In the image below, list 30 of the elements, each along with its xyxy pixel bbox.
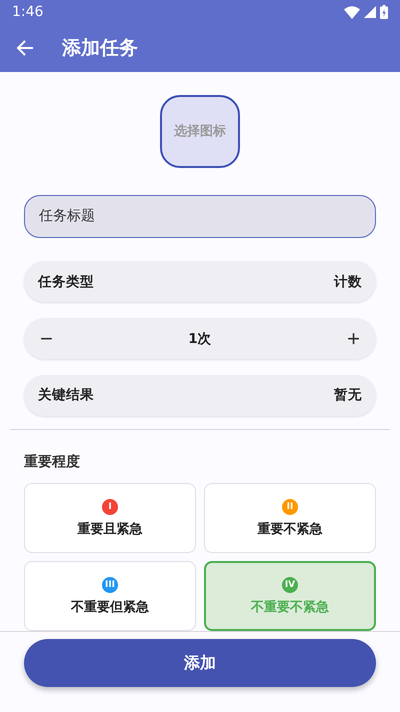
signal-icon [364, 6, 376, 18]
option-label: 重要不紧急 [258, 520, 322, 538]
quadrant-badge: IV [282, 576, 298, 593]
importance-option[interactable]: II 重要不紧急 [204, 483, 376, 554]
importance-option[interactable]: III 不重要但紧急 [24, 561, 196, 631]
importance-option[interactable]: I 重要且紧急 [24, 483, 196, 554]
add-button[interactable]: 添加 [24, 639, 376, 687]
battery-icon [380, 5, 388, 19]
option-label: 不重要不紧急 [251, 598, 329, 616]
task-type-row[interactable]: 任务类型 计数 [24, 260, 376, 302]
quadrant-badge: III [102, 576, 118, 593]
option-label: 重要且紧急 [78, 520, 142, 538]
quadrant-badge: II [282, 498, 298, 515]
status-time: 1:46 [12, 4, 44, 20]
option-label: 不重要但紧急 [71, 598, 149, 616]
wifi-icon [344, 6, 360, 18]
section-heading: 重要程度 [24, 453, 81, 472]
counter-row[interactable]: − 1次 + [24, 318, 376, 360]
title-input-field[interactable]: 任务标题 [24, 194, 376, 238]
row-label: 任务类型 [38, 272, 94, 291]
count-value: 1次 [188, 330, 212, 348]
decrement-button[interactable]: − [36, 326, 57, 352]
row-label: 关键结果 [38, 386, 94, 404]
row-value: 暂无 [334, 386, 362, 404]
quadrant-badge: I [102, 498, 118, 515]
key-result-row[interactable]: 关键结果 暂无 [24, 374, 376, 416]
page-title: 添加任务 [62, 36, 138, 61]
increment-button[interactable]: + [343, 326, 364, 352]
back-arrow-icon [16, 39, 34, 57]
row-value: 计数 [334, 272, 362, 291]
